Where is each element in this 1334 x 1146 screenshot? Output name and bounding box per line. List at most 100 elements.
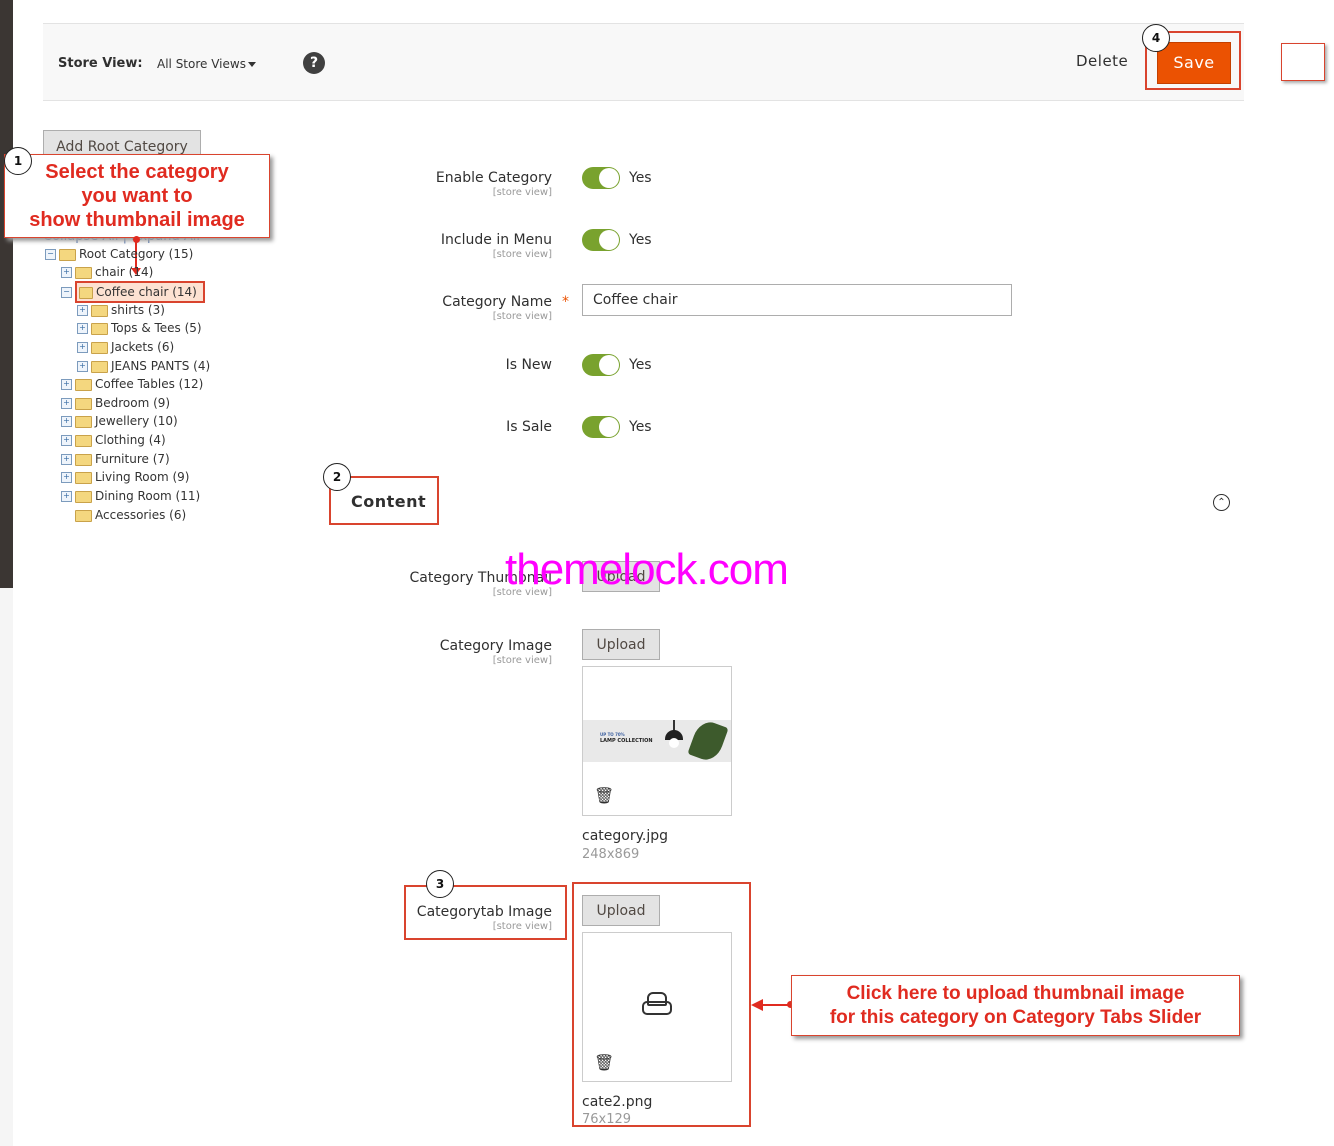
annotation-empty-box (1281, 43, 1325, 81)
folder-icon (75, 415, 92, 428)
help-icon[interactable]: ? (303, 52, 325, 74)
category-image-thumbnail: UP TO 70% LAMP COLLECTION (583, 718, 731, 764)
tree-node-living-room[interactable]: + Living Room (9) (61, 468, 189, 486)
tree-node-label[interactable]: Furniture (7) (95, 452, 170, 466)
is-new-toggle[interactable] (582, 354, 620, 376)
chevron-down-icon[interactable] (248, 62, 256, 67)
step-badge-3: 3 (426, 870, 454, 898)
tree-node-tops-tees[interactable]: + Tops & Tees (5) (77, 319, 202, 337)
tree-expand-icon[interactable]: + (61, 435, 72, 446)
is-sale-label: Is Sale (506, 419, 552, 435)
trash-icon[interactable]: 🗑 (594, 786, 614, 805)
tree-node-coffee-tables[interactable]: + Coffee Tables (12) (61, 375, 203, 393)
callout1-line3: show thumbnail image (29, 209, 245, 231)
enable-category-value: Yes (629, 170, 652, 186)
is-sale-toggle[interactable] (582, 416, 620, 438)
admin-sidebar-lower (0, 588, 13, 1146)
tree-node-label[interactable]: Dining Room (11) (95, 489, 200, 503)
tree-node-accessories[interactable]: Accessories (6) (75, 506, 186, 524)
tree-node-label[interactable]: shirts (3) (111, 303, 165, 317)
scope-label: [store view] (492, 187, 552, 198)
folder-icon (75, 509, 92, 522)
store-view-switcher[interactable]: All Store Views (157, 57, 246, 71)
tree-node-label[interactable]: chair (14) (95, 265, 153, 279)
tree-expand-icon[interactable]: + (61, 491, 72, 502)
tree-node-label[interactable]: Coffee Tables (12) (95, 377, 203, 391)
annotation-callout-select-category: Select the category you want to show thu… (4, 154, 270, 238)
tree-node-jackets[interactable]: + Jackets (6) (77, 338, 174, 356)
tree-node-jeans-pants[interactable]: + JEANS PANTS (4) (77, 357, 210, 375)
category-image-upload-button[interactable]: Upload (582, 629, 660, 660)
toggle-knob (599, 355, 619, 375)
callout1-line1: Select the category (45, 161, 229, 183)
tree-expand-icon[interactable]: + (77, 342, 88, 353)
save-button[interactable]: Save (1157, 42, 1231, 84)
tree-node-label[interactable]: Tops & Tees (5) (111, 321, 202, 335)
category-image-file-name: category.jpg (582, 828, 668, 844)
trash-icon[interactable]: 🗑 (594, 1053, 614, 1072)
tree-node-furniture[interactable]: + Furniture (7) (61, 450, 170, 468)
scope-label: [store view] (492, 249, 552, 260)
is-new-label: Is New (505, 357, 552, 373)
tree-expand-icon[interactable]: + (61, 416, 72, 427)
callout1-line2: you want to (81, 185, 193, 207)
category-image-label: Category Image (439, 638, 552, 654)
tree-expand-icon[interactable]: + (77, 323, 88, 334)
store-view-label: Store View: (58, 56, 143, 71)
tree-expand-icon[interactable]: + (61, 454, 72, 465)
callout2-line1: Click here to upload thumbnail image (846, 983, 1185, 1004)
tree-node-label[interactable]: Coffee chair (14) (96, 285, 197, 299)
tree-node-label[interactable]: Clothing (4) (95, 433, 166, 447)
enable-category-toggle[interactable] (582, 167, 620, 189)
tree-node-selected[interactable]: Coffee chair (14) (75, 281, 205, 303)
folder-icon (91, 360, 108, 373)
scope-label: [store view] (492, 655, 552, 666)
include-in-menu-value: Yes (629, 232, 652, 248)
chevron-up-icon[interactable]: ⌃ (1213, 494, 1230, 511)
folder-icon (59, 248, 76, 261)
step-badge-2: 2 (323, 463, 351, 491)
tree-node-label[interactable]: Accessories (6) (95, 508, 186, 522)
tree-node-chair[interactable]: + chair (14) (61, 263, 153, 281)
delete-button[interactable]: Delete (1076, 52, 1128, 70)
toggle-knob (599, 168, 619, 188)
folder-icon (75, 266, 92, 279)
categorytab-image-label: Categorytab Image (416, 904, 552, 920)
tree-expand-icon[interactable]: + (61, 472, 72, 483)
tree-expand-icon[interactable]: + (61, 398, 72, 409)
scope-label: [store view] (492, 921, 552, 932)
tree-node-label[interactable]: Jackets (6) (111, 340, 174, 354)
tree-node-bedroom[interactable]: + Bedroom (9) (61, 394, 170, 412)
tree-node-label[interactable]: Bedroom (9) (95, 396, 170, 410)
folder-icon (91, 322, 108, 335)
categorytab-upload-button[interactable]: Upload (582, 895, 660, 926)
content-section-title[interactable]: Content (351, 492, 426, 511)
scope-label: [store view] (492, 311, 552, 322)
tree-node-clothing[interactable]: + Clothing (4) (61, 431, 166, 449)
tree-node-coffee-chair[interactable]: − Coffee chair (14) (61, 281, 205, 303)
tree-expand-icon[interactable]: + (61, 267, 72, 278)
tree-expand-icon[interactable]: + (77, 305, 88, 316)
annotation-arrow-head (751, 999, 763, 1011)
banner-text-1: UP TO 70% (600, 732, 625, 737)
tree-expand-icon[interactable]: + (77, 361, 88, 372)
callout2-line2: for this category on Category Tabs Slide… (829, 1007, 1202, 1028)
folder-icon (75, 397, 92, 410)
tree-expand-icon[interactable]: + (61, 379, 72, 390)
tree-node-jewellery[interactable]: + Jewellery (10) (61, 412, 178, 430)
tree-node-label[interactable]: JEANS PANTS (4) (111, 359, 210, 373)
include-in-menu-toggle[interactable] (582, 229, 620, 251)
category-name-input[interactable]: Coffee chair (582, 284, 1012, 316)
tree-node-root[interactable]: − Root Category (15) (45, 245, 193, 263)
armchair-seat (642, 1001, 672, 1015)
annotation-callout-upload: Click here to upload thumbnail image for… (791, 975, 1240, 1036)
tree-node-label[interactable]: Living Room (9) (95, 470, 189, 484)
tree-node-label[interactable]: Root Category (15) (79, 247, 193, 261)
is-sale-value: Yes (629, 419, 652, 435)
tree-node-label[interactable]: Jewellery (10) (95, 414, 178, 428)
tree-node-dining-room[interactable]: + Dining Room (11) (61, 487, 200, 505)
required-marker: * (562, 294, 569, 310)
tree-node-shirts[interactable]: + shirts (3) (77, 301, 165, 319)
tree-collapse-icon[interactable]: − (61, 287, 72, 298)
tree-collapse-icon[interactable]: − (45, 249, 56, 260)
